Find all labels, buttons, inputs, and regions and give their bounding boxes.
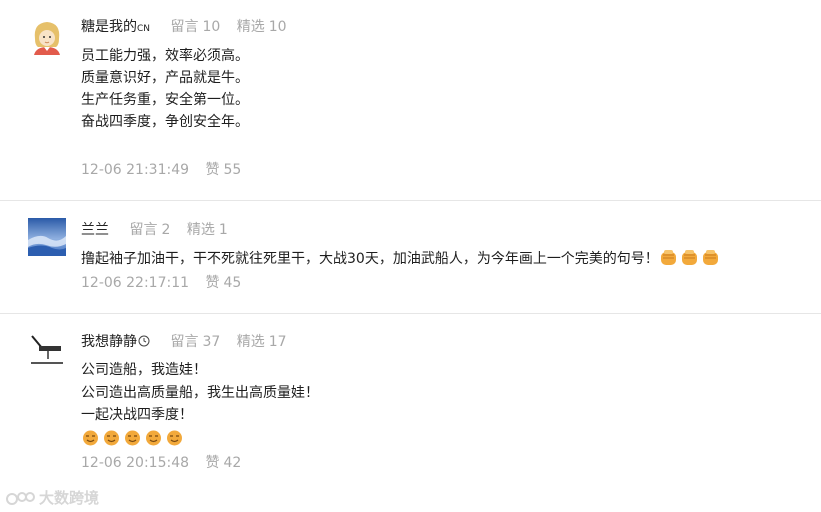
smirk-emoji [123,429,142,446]
comment-meta: 糖是我的CN 留言 10 精选 10 [81,18,299,38]
avatar[interactable] [28,218,66,256]
comment-text-line: 公司造船，我造娃！ [81,362,207,378]
smirk-emoji [102,429,121,446]
timestamp: 12-06 20:15:48 [81,455,190,471]
timestamp: 12-06 21:31:49 [81,162,190,178]
timestamp: 12-06 22:17:11 [81,275,190,291]
comment-text-line: 生产任务重，安全第一位。 [81,92,249,108]
picks-count: 精选 1 [186,222,228,238]
comment-footer: 12-06 22:17:11 赞 45 [81,274,241,292]
nickname[interactable]: 糖是我的CN [81,19,150,35]
like-button[interactable]: 赞 42 [205,455,241,471]
comment-meta: 兰兰 留言 2 精选 1 [81,221,240,239]
comment-count: 留言 2 [129,222,171,238]
clock-icon [138,334,150,352]
picks-count: 精选 17 [236,334,287,350]
smirk-emoji [81,429,100,446]
fist-emoji [680,249,699,266]
nickname[interactable]: 我想静静 [81,334,150,350]
fist-emoji [659,249,678,266]
comment-2: 兰兰 留言 2 精选 1 撸起袖子加油干，干不死就往死里干，大战30天，加油武船人，… [0,201,821,313]
comment-text-line: 员工能力强，效率必须高。 [81,48,249,64]
comment-text-line: 撸起袖子加油干，干不死就往死里干，大战30天，加油武船人，为今年画上一个完美的句… [81,249,722,268]
like-button[interactable]: 赞 45 [205,275,241,291]
comment-3: 我想静静 留言 37 精选 17 公司造船，我造娃！ 公司造出高质量船，我生出高质量… [0,314,821,512]
comment-1: 糖是我的CN 留言 10 精选 10 员工能力强，效率必须高。 质量意识好，产品就是… [0,0,821,200]
emoji-row [81,429,186,448]
nickname[interactable]: 兰兰 [81,222,109,238]
watermark: 大数跨境 [6,487,99,510]
watermark-logo-icon [6,490,36,510]
avatar[interactable] [28,17,66,55]
like-button[interactable]: 赞 55 [205,162,241,178]
comment-text-line: 奋战四季度，争创安全年。 [81,114,249,130]
fist-emoji [701,249,720,266]
smirk-emoji [165,429,184,446]
comment-count: 留言 37 [170,334,221,350]
smirk-emoji [144,429,163,446]
comment-count: 留言 10 [170,19,221,35]
avatar[interactable] [28,332,66,370]
comment-text-line: 质量意识好，产品就是牛。 [81,70,249,86]
comment-footer: 12-06 21:31:49 赞 55 [81,161,241,179]
comment-text-line: 公司造出高质量船，我生出高质量娃！ [81,385,319,401]
comment-text-line: 一起决战四季度！ [81,407,193,423]
comment-meta: 我想静静 留言 37 精选 17 [81,333,299,352]
comment-footer: 12-06 20:15:48 赞 42 [81,454,241,472]
picks-count: 精选 10 [236,19,287,35]
